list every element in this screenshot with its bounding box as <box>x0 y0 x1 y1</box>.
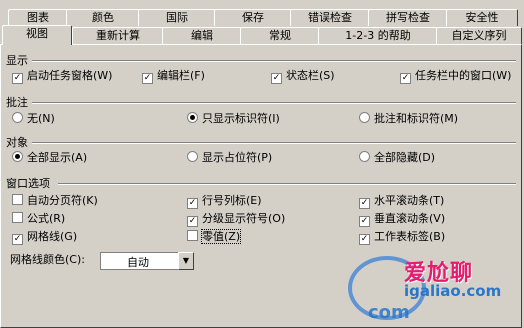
checkbox[interactable]: ✓ <box>187 198 198 209</box>
checkbox[interactable]: ✓ <box>359 234 370 245</box>
tab-custom-lists[interactable]: 自定义序列 <box>436 27 522 44</box>
section-display-label: 显示 <box>6 54 28 67</box>
option-label: 公式(R) <box>27 212 66 225</box>
tab-security[interactable]: 安全性 <box>446 9 518 26</box>
option-sheet-tabs[interactable]: ✓ 工作表标签(B) <box>359 229 445 245</box>
option-formulas[interactable]: 公式(R) <box>12 211 65 227</box>
tab-calculation[interactable]: 重新计算 <box>72 27 164 44</box>
option-label: 分级显示符号(O) <box>202 212 286 225</box>
checkbox[interactable]: ✓ <box>271 73 282 84</box>
tab-chart[interactable]: 图表 <box>8 9 68 26</box>
watermark-url: igaliao.com <box>404 282 502 300</box>
option-status-bar[interactable]: ✓ 状态栏(S) <box>271 68 335 84</box>
tab-row-front: 视图 重新计算 编辑 常规 1-2-3 的帮助 自定义序列 <box>0 25 524 45</box>
checkbox[interactable]: ✓ <box>12 234 23 245</box>
option-label: 零值(Z) <box>200 229 242 244</box>
option-label: 启动任务窗格(W) <box>27 69 113 82</box>
section-divider <box>32 102 516 104</box>
tab-row-back: 图表 颜色 国际 保存 错误检查 拼写检查 安全性 <box>0 9 524 26</box>
section-divider <box>32 60 516 62</box>
tab-save[interactable]: 保存 <box>214 9 292 26</box>
option-label: 批注和标识符(M) <box>374 112 459 125</box>
tab-view[interactable]: 视图 <box>2 25 72 45</box>
option-label: 无(N) <box>27 112 55 125</box>
option-outline-symbols[interactable]: ✓ 分级显示符号(O) <box>187 211 285 227</box>
chevron-down-icon[interactable]: ▼ <box>178 252 194 270</box>
option-label: 自动分页符(K) <box>27 194 98 207</box>
option-comments-indicator-only[interactable]: 只显示标识符(I) <box>187 111 280 127</box>
option-zero-values[interactable]: 零值(Z) <box>187 229 242 245</box>
checkbox[interactable]: ✓ <box>400 73 411 84</box>
option-label: 工作表标签(B) <box>374 230 446 243</box>
tab-color[interactable]: 颜色 <box>66 9 140 26</box>
option-label: 编辑栏(F) <box>157 69 205 82</box>
checkbox[interactable] <box>12 194 23 205</box>
option-label: 显示占位符(P) <box>202 151 273 164</box>
tab-error-checking[interactable]: 错误检查 <box>290 9 370 26</box>
radio-button[interactable] <box>12 112 23 123</box>
option-comments-none[interactable]: 无(N) <box>12 111 55 127</box>
tab-general[interactable]: 常规 <box>240 27 320 44</box>
option-label: 垂直滚动条(V) <box>374 212 446 225</box>
checkbox[interactable]: ✓ <box>142 73 153 84</box>
option-vertical-scroll[interactable]: ✓ 垂直滚动条(V) <box>359 211 445 227</box>
option-startup-task-pane[interactable]: ✓ 启动任务窗格(W) <box>12 68 112 84</box>
radio-button[interactable] <box>359 151 370 162</box>
radio-button[interactable] <box>187 151 198 162</box>
radio-button[interactable] <box>12 151 23 162</box>
option-formula-bar[interactable]: ✓ 编辑栏(F) <box>142 68 205 84</box>
option-gridlines[interactable]: ✓ 网格线(G) <box>12 229 77 245</box>
section-objects-label: 对象 <box>6 136 28 149</box>
checkbox[interactable] <box>12 212 23 223</box>
option-label: 任务栏中的窗口(W) <box>415 69 512 82</box>
option-windows-in-taskbar[interactable]: ✓ 任务栏中的窗口(W) <box>400 68 511 84</box>
checkbox[interactable]: ✓ <box>359 198 370 209</box>
option-label: 网格线(G) <box>27 230 78 243</box>
watermark-url-faded: com <box>368 302 410 323</box>
gridline-color-label: 网格线颜色(C): <box>10 253 85 266</box>
section-comments-label: 批注 <box>6 96 28 109</box>
option-show-all[interactable]: 全部显示(A) <box>12 150 87 166</box>
section-divider <box>32 142 516 144</box>
option-label: 全部显示(A) <box>27 151 88 164</box>
tab-lotus-help[interactable]: 1-2-3 的帮助 <box>318 27 438 44</box>
tab-international[interactable]: 国际 <box>138 9 216 26</box>
checkbox[interactable]: ✓ <box>12 73 23 84</box>
checkbox[interactable]: ✓ <box>359 216 370 227</box>
option-horizontal-scroll[interactable]: ✓ 水平滚动条(T) <box>359 193 444 209</box>
option-page-breaks[interactable]: 自动分页符(K) <box>12 193 98 209</box>
section-window-options-label: 窗口选项 <box>6 177 50 190</box>
option-comment-and-indicator[interactable]: 批注和标识符(M) <box>359 111 458 127</box>
section-divider <box>58 183 516 185</box>
gridline-color-value: 自动 <box>127 256 149 269</box>
radio-button[interactable] <box>359 112 370 123</box>
tab-edit[interactable]: 编辑 <box>162 27 242 44</box>
option-label: 水平滚动条(T) <box>374 194 445 207</box>
tab-spelling[interactable]: 拼写检查 <box>368 9 448 26</box>
option-label: 行号列标(E) <box>202 194 262 207</box>
checkbox[interactable] <box>187 230 198 241</box>
option-label: 状态栏(S) <box>286 69 335 82</box>
checkbox[interactable]: ✓ <box>187 216 198 227</box>
option-show-placeholders[interactable]: 显示占位符(P) <box>187 150 272 166</box>
option-hide-all[interactable]: 全部隐藏(D) <box>359 150 435 166</box>
radio-button[interactable] <box>187 112 198 123</box>
option-row-col-headers[interactable]: ✓ 行号列标(E) <box>187 193 262 209</box>
option-label: 全部隐藏(D) <box>374 151 436 164</box>
option-label: 只显示标识符(I) <box>202 112 280 125</box>
